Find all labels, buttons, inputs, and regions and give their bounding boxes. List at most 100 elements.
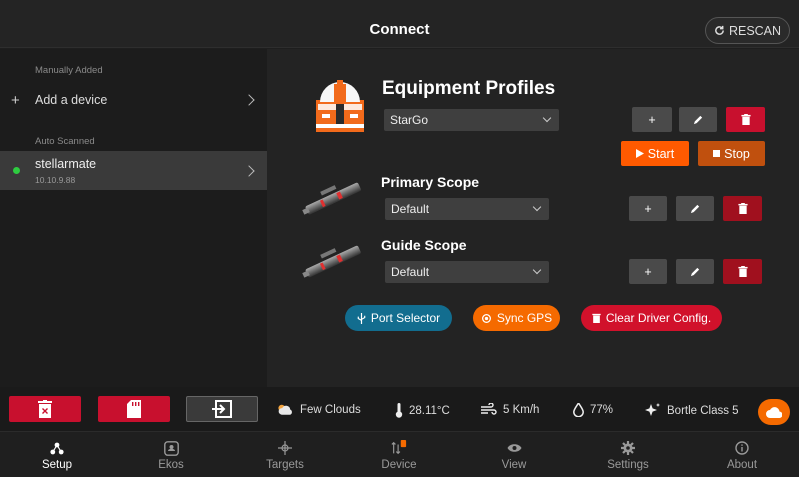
wind-status: 5 Km/h xyxy=(481,403,539,416)
delete-guide-scope-button[interactable] xyxy=(723,259,762,284)
nav-about[interactable]: About xyxy=(685,432,799,477)
add-profile-button[interactable]: + xyxy=(632,107,672,132)
clouds-status: Few Clouds xyxy=(277,403,361,416)
stop-label: Stop xyxy=(724,146,750,161)
edit-guide-scope-button[interactable] xyxy=(676,259,714,284)
trash-icon xyxy=(737,203,748,214)
trash-icon xyxy=(737,266,748,277)
pencil-icon xyxy=(690,204,699,214)
gps-icon xyxy=(481,313,491,323)
sparkle-icon xyxy=(645,403,660,416)
primary-scope-value: Default xyxy=(391,202,430,216)
pencil-icon xyxy=(690,267,699,277)
stop-icon xyxy=(713,150,721,157)
info-icon xyxy=(734,440,750,456)
nav-device[interactable]: Device xyxy=(342,432,456,477)
device-row-stellarmate[interactable]: stellarmate 10.10.9.88 xyxy=(0,151,267,190)
ekos-icon xyxy=(163,440,179,456)
rescan-label: RESCAN xyxy=(728,23,782,38)
nav-settings-label: Settings xyxy=(607,459,649,471)
stop-button[interactable]: Stop xyxy=(698,141,765,166)
app-window: Connect RESCAN Manually Added + Add a de… xyxy=(0,0,799,477)
guide-scope-title: Guide Scope xyxy=(381,237,467,253)
eye-icon xyxy=(506,440,522,456)
usb-icon xyxy=(357,312,366,324)
cloud-button[interactable] xyxy=(758,399,790,425)
clear-driver-label: Clear Driver Config. xyxy=(605,311,712,325)
primary-scope-title: Primary Scope xyxy=(381,174,480,190)
sync-gps-button[interactable]: Sync GPS xyxy=(473,305,560,331)
nav-setup[interactable]: Setup xyxy=(0,432,114,477)
chevron-down-icon xyxy=(542,113,552,123)
profile-select[interactable]: StarGo xyxy=(384,109,559,131)
chevron-right-icon xyxy=(243,94,255,106)
pencil-icon xyxy=(693,115,702,125)
start-label: Start xyxy=(647,146,675,161)
guide-scope-select[interactable]: Default xyxy=(385,261,549,283)
bottom-navigation: Setup Ekos Targets Device View Settings … xyxy=(0,431,799,477)
equipment-profiles-title: Equipment Profiles xyxy=(382,78,556,99)
guide-telescope-image xyxy=(302,245,361,278)
chevron-down-icon xyxy=(532,265,542,275)
cloud-sun-icon xyxy=(278,404,292,415)
edit-profile-button[interactable] xyxy=(679,107,717,132)
observatory-image xyxy=(316,80,364,132)
add-device-label: Add a device xyxy=(35,93,108,107)
manually-added-label: Manually Added xyxy=(35,65,103,76)
sd-card-icon xyxy=(127,400,141,418)
device-icon xyxy=(391,440,407,456)
add-primary-scope-button[interactable]: + xyxy=(629,196,667,221)
trash-icon xyxy=(38,400,52,418)
nav-targets-label: Targets xyxy=(266,459,304,471)
nav-ekos[interactable]: Ekos xyxy=(114,432,228,477)
nav-settings[interactable]: Settings xyxy=(571,432,685,477)
clouds-label: Few Clouds xyxy=(300,403,361,416)
primary-scope-select[interactable]: Default xyxy=(385,198,549,220)
delete-profile-button[interactable] xyxy=(726,107,765,132)
thermometer-icon xyxy=(395,403,403,418)
nav-view[interactable]: View xyxy=(457,432,571,477)
device-ip: 10.10.9.88 xyxy=(35,175,76,185)
logout-button[interactable] xyxy=(186,396,258,422)
plus-icon: + xyxy=(644,201,652,216)
start-button[interactable]: Start xyxy=(621,141,689,166)
device-name: stellarmate xyxy=(35,157,97,171)
setup-icon xyxy=(49,440,65,456)
droplet-icon xyxy=(573,403,584,417)
nav-targets[interactable]: Targets xyxy=(228,432,342,477)
wind-icon xyxy=(481,403,497,415)
device-sidebar: Manually Added + Add a device Auto Scann… xyxy=(0,49,267,387)
delete-data-button[interactable] xyxy=(9,396,81,422)
page-title: Connect xyxy=(369,21,430,38)
edit-primary-scope-button[interactable] xyxy=(676,196,714,221)
humidity-status: 77% xyxy=(573,403,613,417)
nav-view-label: View xyxy=(501,459,527,471)
sync-gps-label: Sync GPS xyxy=(496,311,553,325)
status-dot xyxy=(13,167,20,174)
top-bar: Connect RESCAN xyxy=(0,0,799,48)
clear-driver-config-button[interactable]: Clear Driver Config. xyxy=(581,305,722,331)
wind-label: 5 Km/h xyxy=(503,403,540,416)
delete-primary-scope-button[interactable] xyxy=(723,196,762,221)
refresh-icon xyxy=(715,25,724,35)
auto-scanned-label: Auto Scanned xyxy=(35,136,95,147)
chevron-down-icon xyxy=(532,202,542,212)
bortle-status: Bortle Class 5 xyxy=(644,403,739,418)
trash-icon xyxy=(592,313,601,323)
add-guide-scope-button[interactable]: + xyxy=(629,259,667,284)
nav-setup-label: Setup xyxy=(41,459,73,471)
targets-icon xyxy=(277,440,293,456)
add-device-row[interactable]: + Add a device xyxy=(0,89,267,111)
sd-card-button[interactable] xyxy=(98,396,170,422)
plus-icon: + xyxy=(648,112,656,127)
nav-about-label: About xyxy=(726,459,758,471)
plus-icon: + xyxy=(644,264,652,279)
temperature-label: 28.11°C xyxy=(409,404,450,417)
primary-telescope-image xyxy=(302,182,361,215)
bortle-label: Bortle Class 5 xyxy=(667,404,739,417)
guide-scope-value: Default xyxy=(391,265,430,279)
rescan-button[interactable]: RESCAN xyxy=(705,17,790,44)
port-selector-button[interactable]: Port Selector xyxy=(345,305,452,331)
trash-icon xyxy=(740,114,751,125)
play-icon xyxy=(635,149,644,158)
